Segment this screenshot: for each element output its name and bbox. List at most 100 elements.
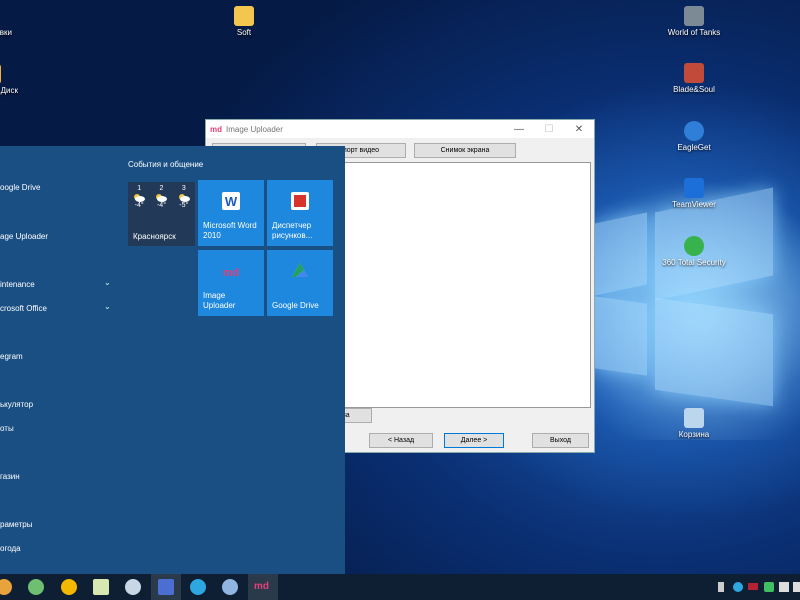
aimp-icon[interactable] <box>61 579 77 595</box>
chrome-icon[interactable] <box>0 579 12 595</box>
start-item[interactable]: оты <box>0 424 14 433</box>
start-item[interactable]: газин <box>0 472 20 481</box>
globe-icon[interactable] <box>28 579 44 595</box>
tile-picture-manager[interactable]: Диспетчер рисунков... <box>267 180 333 246</box>
network-tray-icon[interactable] <box>779 582 789 592</box>
start-item[interactable]: раметры <box>0 520 32 529</box>
telegram-icon[interactable] <box>190 579 206 595</box>
file-list-area[interactable] <box>341 162 591 408</box>
start-item[interactable]: огода <box>0 544 21 553</box>
disk-icon <box>0 64 1 84</box>
weather-day-temp: -5° <box>179 202 189 209</box>
desktop-icon-blade-and-soul[interactable]: Blade&Soul <box>659 63 729 95</box>
start-item[interactable]: ькулятор <box>0 400 33 409</box>
teamviewer-icon <box>684 178 704 198</box>
svg-text:md: md <box>223 267 240 279</box>
weather-day: 3 -5° <box>174 185 194 209</box>
usb-icon[interactable] <box>718 582 724 592</box>
weather-day: 1 -4° <box>129 185 149 209</box>
desktop-icon-world-of-tanks[interactable]: World of Tanks <box>659 6 729 38</box>
weather-city: Красноярск <box>133 232 176 241</box>
tile-label: Microsoft Word 2010 <box>203 221 257 240</box>
tile-label: Image Uploader <box>203 291 236 310</box>
desktop-icon-partial[interactable]: вки <box>0 6 12 38</box>
telegram-tray-icon[interactable] <box>733 582 743 592</box>
start-menu-translucent-area <box>205 318 345 452</box>
desktop-icon-label: Soft <box>236 28 252 37</box>
image-uploader-logo-icon: md <box>210 124 222 134</box>
desktop-icon-label: Диск <box>0 86 18 95</box>
tile-google-drive[interactable]: Google Drive <box>267 250 333 316</box>
image-uploader-icon: md <box>223 267 240 279</box>
weather-day-temp: -4° <box>134 202 144 209</box>
world-of-tanks-icon <box>684 6 704 26</box>
floppy-icon[interactable] <box>158 579 174 595</box>
weather-day: 2 -4° <box>151 185 171 209</box>
desktop-icon-label: TeamViewer <box>672 200 716 209</box>
chevron-down-icon[interactable]: ⌄ <box>104 302 111 311</box>
desktop-icon-teamviewer[interactable]: TeamViewer <box>659 178 729 210</box>
lock-icon[interactable] <box>125 579 141 595</box>
chevron-down-icon[interactable]: ⌄ <box>104 278 111 287</box>
desktop-icon-360-security[interactable]: 360 Total Security <box>659 236 729 268</box>
flag-icon[interactable] <box>748 583 758 590</box>
weather-day-num: 2 <box>159 185 164 192</box>
volume-icon[interactable] <box>793 582 800 592</box>
google-drive-icon <box>292 263 308 277</box>
next-button[interactable]: Далее > <box>444 433 504 448</box>
desktop-icon-recycle-bin[interactable]: Корзина <box>659 408 729 440</box>
cloud-sun-icon <box>134 194 146 202</box>
tab-button-screenshot[interactable]: Снимок экрана <box>414 143 516 158</box>
desktop-icon-eagleget[interactable]: EagleGet <box>659 121 729 153</box>
windows-logo-pane <box>595 212 647 296</box>
notepad-icon[interactable] <box>93 579 109 595</box>
word-icon: W <box>222 192 240 210</box>
tile-image-uploader[interactable]: md Image Uploader <box>198 250 264 316</box>
taskbar: md <box>0 574 800 600</box>
start-item[interactable]: oogle Drive <box>0 183 40 192</box>
blade-and-soul-icon <box>684 63 704 83</box>
desktop-icon-soft[interactable]: Soft <box>209 6 279 38</box>
svg-text:W: W <box>225 194 238 209</box>
folder-icon <box>234 6 254 26</box>
cloud-sun-icon <box>178 194 190 202</box>
eagleget-icon <box>684 121 704 141</box>
weather-day-num: 1 <box>137 185 142 192</box>
desktop-icon-label: вки <box>0 28 12 37</box>
back-button[interactable]: < Назад <box>369 433 433 448</box>
close-button[interactable]: ✕ <box>564 124 594 135</box>
desktop-icon-label: 360 Total Security <box>662 258 726 267</box>
start-menu-app-list: oogle Drive age Uploader intenance ⌄ cro… <box>0 146 120 574</box>
desktop-icon-disk[interactable]: Диск <box>0 64 18 96</box>
start-item[interactable]: intenance <box>0 280 35 289</box>
cloud-sun-icon <box>156 194 168 202</box>
start-item[interactable]: egram <box>0 352 23 361</box>
window-titlebar[interactable]: md Image Uploader — ☐ ✕ <box>206 120 594 138</box>
exit-button[interactable]: Выход <box>532 433 589 448</box>
desktop-icon-label: Корзина <box>678 430 710 439</box>
image-uploader-icon[interactable]: md <box>254 581 269 592</box>
weather-day-temp: -4° <box>156 202 166 209</box>
window-title: Image Uploader <box>226 124 283 134</box>
network-icon[interactable] <box>222 579 238 595</box>
shield-tray-icon[interactable] <box>764 582 774 592</box>
start-item[interactable]: age Uploader <box>0 232 48 241</box>
start-menu: oogle Drive age Uploader intenance ⌄ cro… <box>0 146 345 574</box>
maximize-button[interactable]: ☐ <box>534 124 564 135</box>
tile-group-title: События и общение <box>128 160 204 169</box>
weather-tile[interactable]: 1 -4° 2 -4° 3 -5° Красноярск <box>128 182 195 246</box>
tile-label: Google Drive <box>272 301 319 310</box>
desktop-icon-label: Blade&Soul <box>673 85 715 94</box>
picture-manager-icon <box>291 192 309 210</box>
tile-label: Диспетчер рисунков... <box>272 221 313 240</box>
start-item[interactable]: crosoft Office <box>0 304 47 313</box>
desktop-icon-label: EagleGet <box>677 143 711 152</box>
recycle-bin-icon <box>684 408 704 428</box>
minimize-button[interactable]: — <box>504 124 534 135</box>
tile-microsoft-word[interactable]: W Microsoft Word 2010 <box>198 180 264 246</box>
360-security-icon <box>684 236 704 256</box>
desktop-icon-label: World of Tanks <box>667 28 721 37</box>
windows-logo-pane <box>655 297 773 407</box>
windows-logo-pane <box>595 296 647 376</box>
weather-day-num: 3 <box>181 185 186 192</box>
